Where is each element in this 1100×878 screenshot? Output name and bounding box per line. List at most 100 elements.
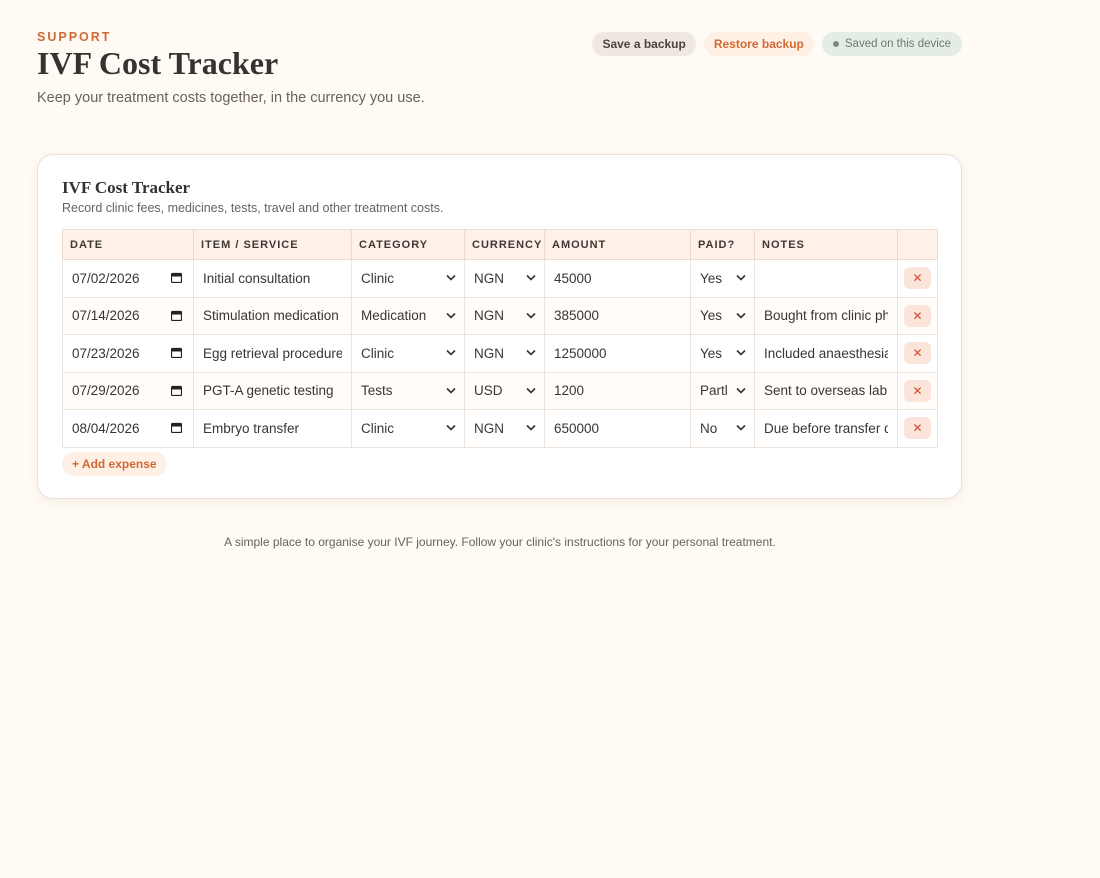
close-icon: ✕ [912,421,923,436]
delete-row-button[interactable]: ✕ [904,267,931,290]
date-input[interactable]: 07/29/2026 [62,371,194,410]
item-value: Embryo transfer [203,420,300,436]
saved-status-badge: Saved on this device [821,32,962,56]
category-select[interactable]: Clinic [351,334,465,373]
currency-select[interactable]: NGN [464,296,545,335]
paid-select[interactable]: Yes [690,259,755,298]
date-input[interactable]: 07/02/2026 [62,259,194,298]
paid-select[interactable]: Yes [690,334,755,373]
date-input[interactable]: 07/23/2026 [62,334,194,373]
category-select[interactable]: Tests [351,371,465,410]
column-header-notes: NOTES [754,229,898,260]
table-row: 07/02/2026 Initial consultation Clinic N… [62,259,938,298]
paid-value: No [700,420,718,436]
table-header-row: DATE ITEM / SERVICE CATEGORY CURRENCY AM… [62,229,938,260]
chevron-down-icon [736,350,746,356]
paid-value: Yes [700,270,723,286]
paid-select[interactable]: Partl [690,371,755,410]
chevron-down-icon [446,312,456,319]
amount-input[interactable]: 650000 [544,409,691,448]
notes-input[interactable]: Included anaesthesia [754,334,898,373]
currency-value: NGN [474,308,504,324]
footer-note: A simple place to organise your IVF jour… [224,535,776,549]
close-icon: ✕ [912,346,923,361]
delete-row-button[interactable]: ✕ [904,417,931,440]
table-row: 07/23/2026 Egg retrieval procedure Clini… [62,334,938,373]
calendar-icon[interactable] [171,422,182,434]
notes-value: Included anaesthesia [764,345,888,361]
chevron-down-icon [446,425,456,431]
page-header: SUPPORT IVF Cost Tracker Keep your treat… [37,30,962,120]
restore-backup-button[interactable]: Restore backup [703,32,814,56]
row-actions: ✕ [897,296,938,335]
eyebrow-label: SUPPORT [37,30,112,44]
category-select[interactable]: Clinic [351,409,465,448]
delete-row-button[interactable]: ✕ [904,304,931,327]
paid-value: Yes [700,308,723,324]
amount-input[interactable]: 45000 [544,259,691,298]
currency-select[interactable]: NGN [464,409,545,448]
chevron-down-icon [736,387,746,394]
chevron-down-icon [736,312,746,319]
calendar-icon[interactable] [171,385,182,396]
expense-table: DATE ITEM / SERVICE CATEGORY CURRENCY AM… [62,229,938,448]
paid-select[interactable]: No [690,409,755,448]
row-actions: ✕ [897,409,938,448]
chevron-down-icon [526,350,536,356]
item-input[interactable]: Initial consultation [193,259,352,298]
date-input[interactable]: 08/04/2026 [62,409,194,448]
date-value: 07/23/2026 [72,345,140,361]
currency-value: NGN [474,270,504,286]
chevron-down-icon [526,387,536,394]
column-header-currency: CURRENCY [464,229,545,260]
amount-input[interactable]: 385000 [544,296,691,335]
item-input[interactable]: Stimulation medication [193,296,352,335]
item-value: Stimulation medication [203,308,339,324]
currency-select[interactable]: NGN [464,334,545,373]
notes-input[interactable]: Sent to overseas lab [754,371,898,410]
currency-select[interactable]: USD [464,371,545,410]
delete-row-button[interactable]: ✕ [904,379,931,402]
paid-select[interactable]: Yes [690,296,755,335]
item-value: Egg retrieval procedure [203,345,342,361]
notes-input[interactable]: Bought from clinic pha [754,296,898,335]
category-select[interactable]: Clinic [351,259,465,298]
save-backup-button[interactable]: Save a backup [592,32,696,56]
calendar-icon[interactable] [171,310,182,321]
amount-input[interactable]: 1200 [544,371,691,410]
chevron-down-icon [446,387,456,394]
header-actions: Save a backup Restore backup Saved on th… [592,32,962,56]
notes-input[interactable]: Due before transfer da [754,409,898,448]
close-icon: ✕ [912,383,923,398]
amount-value: 1200 [554,383,585,399]
item-input[interactable]: Egg retrieval procedure [193,334,352,373]
date-value: 07/02/2026 [72,270,140,286]
notes-value: Due before transfer da [764,420,888,436]
notes-value: Sent to overseas lab [764,383,888,399]
row-actions: ✕ [897,334,938,373]
column-header-actions [897,229,938,260]
delete-row-button[interactable]: ✕ [904,342,931,365]
chevron-down-icon [526,275,536,281]
amount-value: 1250000 [554,345,607,361]
amount-input[interactable]: 1250000 [544,334,691,373]
item-input[interactable]: Embryo transfer [193,409,352,448]
column-header-amount: AMOUNT [544,229,691,260]
calendar-icon[interactable] [171,272,182,284]
chevron-down-icon [446,275,456,281]
currency-value: NGN [474,420,504,436]
table-row: 08/04/2026 Embryo transfer Clinic NGN 65… [62,409,938,448]
card-subtitle: Record clinic fees, medicines, tests, tr… [62,201,444,215]
category-select[interactable]: Medication [351,296,465,335]
add-expense-button[interactable]: + Add expense [62,452,167,476]
paid-value: Partl [700,383,728,399]
item-input[interactable]: PGT-A genetic testing [193,371,352,410]
category-value: Clinic [361,345,395,361]
row-actions: ✕ [897,371,938,410]
currency-select[interactable]: NGN [464,259,545,298]
calendar-icon[interactable] [171,347,182,359]
date-input[interactable]: 07/14/2026 [62,296,194,335]
notes-input[interactable] [754,259,898,298]
column-header-date: DATE [62,229,194,260]
amount-value: 650000 [554,420,600,436]
